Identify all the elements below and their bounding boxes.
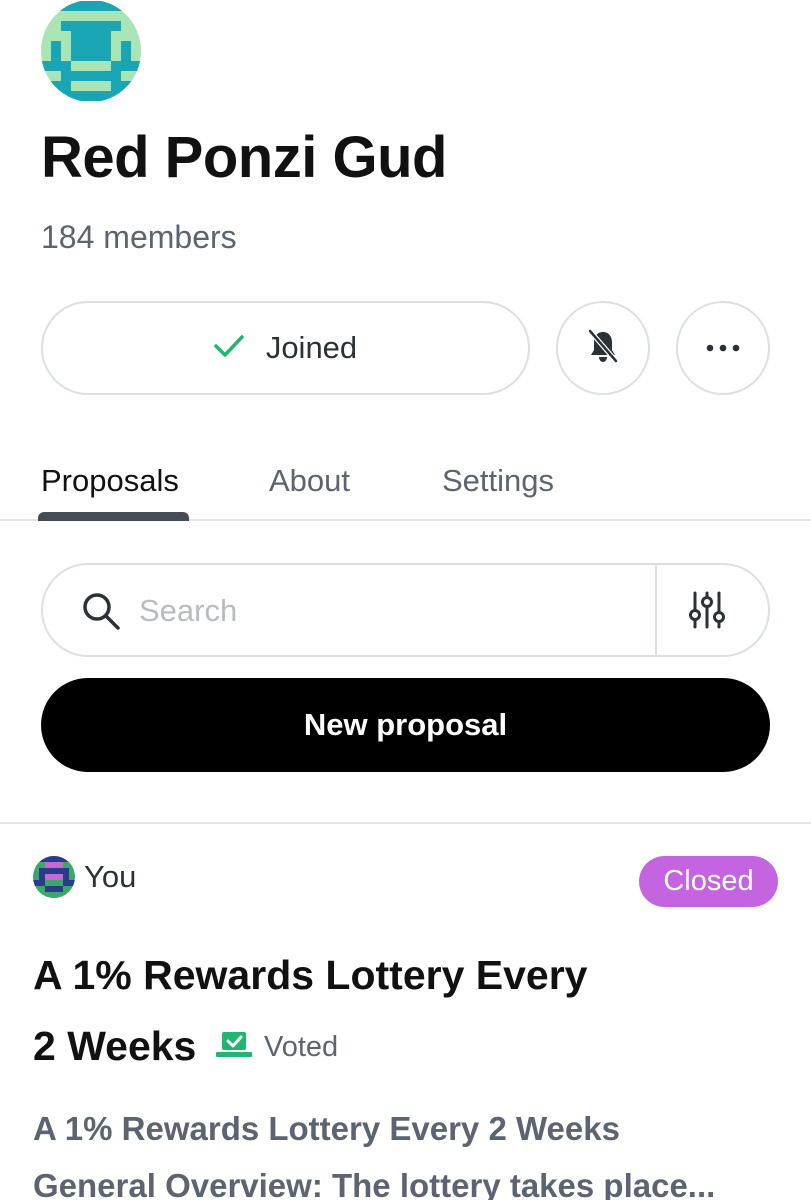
check-icon — [214, 330, 244, 366]
ballot-check-icon — [214, 1030, 254, 1065]
sliders-icon[interactable] — [689, 591, 725, 634]
proposal-preview-line: A 1% Rewards Lottery Every 2 Weeks — [33, 1110, 620, 1147]
voted-indicator: Voted — [214, 1030, 338, 1065]
search-input[interactable] — [139, 587, 639, 635]
search-icon — [81, 591, 121, 636]
joined-button[interactable]: Joined — [41, 301, 530, 395]
section-divider — [0, 822, 811, 824]
joined-label: Joined — [265, 330, 358, 365]
search-divider — [655, 565, 657, 655]
proposal-preview-line: General Overview: The lottery takes plac… — [33, 1167, 716, 1200]
status-badge: Closed — [639, 856, 778, 907]
active-tab-indicator — [38, 512, 189, 521]
proposal-title[interactable]: A 1% Rewards Lottery Every — [33, 952, 587, 999]
tab-proposals[interactable]: Proposals — [41, 463, 179, 499]
space-title: Red Ponzi Gud — [41, 125, 447, 190]
ellipsis-icon — [706, 339, 740, 357]
notifications-button[interactable] — [556, 301, 650, 395]
member-count[interactable]: 184 members — [41, 219, 237, 256]
proposal-title-continued[interactable]: 2 Weeks — [33, 1023, 196, 1070]
author-avatar[interactable] — [33, 856, 75, 898]
new-proposal-button[interactable]: New proposal — [41, 678, 770, 772]
bell-off-icon — [587, 328, 619, 368]
space-avatar — [41, 0, 141, 102]
proposal-preview[interactable]: A 1% Rewards Lottery Every 2 Weeks Gener… — [33, 1100, 773, 1200]
tab-settings[interactable]: Settings — [442, 463, 554, 499]
tab-about[interactable]: About — [269, 463, 350, 499]
proposal-author[interactable]: You — [84, 859, 136, 895]
more-options-button[interactable] — [676, 301, 770, 395]
voted-label: Voted — [264, 1031, 339, 1063]
search-bar — [41, 563, 770, 657]
tab-bar: Proposals About Settings — [0, 455, 811, 521]
